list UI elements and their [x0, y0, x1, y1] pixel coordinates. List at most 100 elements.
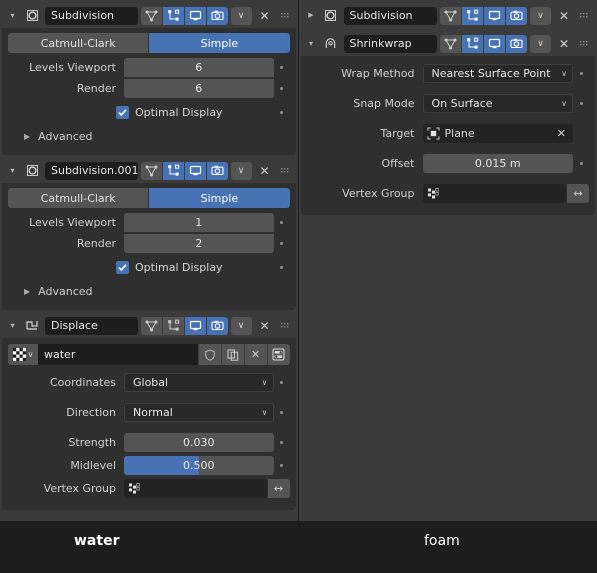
levels-viewport-input[interactable]: 1 — [124, 212, 274, 232]
expand-triangle-icon[interactable]: ▶ — [305, 12, 318, 19]
simple-option[interactable]: Simple — [149, 33, 290, 53]
target-object-field[interactable]: Plane ✕ — [422, 123, 573, 143]
extras-dropdown-icon[interactable]: ∨ — [230, 316, 252, 335]
edit-mode-toggle[interactable] — [162, 6, 185, 25]
optimal-display-checkbox[interactable] — [116, 105, 129, 119]
strength-slider[interactable]: 0.030 — [124, 432, 274, 452]
modifier-header[interactable]: ▾ Displace ∨ ✕ — [2, 313, 296, 338]
modifier-name-field[interactable]: Subdivision — [45, 6, 138, 25]
advanced-subpanel-header[interactable]: ▶ Advanced — [8, 281, 290, 302]
modifier-header[interactable]: ▾ Subdivision ∨ ✕ — [2, 3, 296, 28]
modifier-header[interactable]: ▾ Subdivision.001 ∨ ✕ — [2, 158, 296, 183]
animate-decorator[interactable] — [274, 440, 290, 444]
animate-decorator[interactable] — [274, 220, 290, 224]
vertex-group-field[interactable] — [422, 183, 566, 203]
edit-mode-toggle[interactable] — [162, 161, 185, 180]
extras-dropdown-icon[interactable]: ∨ — [230, 161, 252, 180]
coordinates-row: Coordinates Global ∨ — [8, 372, 290, 392]
expand-triangle-icon[interactable]: ▶ — [24, 132, 30, 141]
offset-input[interactable]: 0.015 m — [422, 153, 573, 173]
subdivision-type-toggle[interactable]: Catmull-Clark Simple — [8, 33, 290, 53]
simple-option[interactable]: Simple — [149, 188, 290, 208]
modifier-name-field[interactable]: Displace — [45, 316, 138, 335]
modifier-name-field[interactable]: Subdivision — [343, 6, 437, 25]
modifier-name-field[interactable]: Subdivision.001 — [45, 161, 138, 180]
animate-decorator[interactable] — [274, 110, 290, 114]
render-toggle[interactable] — [506, 34, 527, 53]
animate-decorator[interactable] — [274, 380, 290, 384]
animate-decorator[interactable] — [274, 65, 290, 69]
animate-decorator[interactable] — [274, 241, 290, 245]
catmull-clark-option[interactable]: Catmull-Clark — [8, 33, 149, 53]
realtime-toggle[interactable] — [184, 316, 207, 335]
drag-grip-icon[interactable] — [278, 317, 292, 335]
animate-decorator[interactable] — [274, 86, 290, 90]
texture-name-field[interactable]: water — [38, 344, 198, 365]
render-toggle[interactable] — [506, 6, 527, 25]
close-icon[interactable]: ✕ — [255, 162, 275, 180]
wrap-method-dropdown[interactable]: Nearest Surface Point ∨ — [422, 63, 573, 83]
animate-decorator[interactable] — [573, 101, 589, 105]
animate-decorator[interactable] — [573, 71, 589, 75]
extras-dropdown-icon[interactable]: ∨ — [530, 34, 551, 53]
clear-target-icon[interactable]: ✕ — [557, 127, 569, 140]
render-toggle[interactable] — [206, 316, 228, 335]
extras-dropdown-icon[interactable]: ∨ — [230, 6, 252, 25]
extras-dropdown-icon[interactable]: ∨ — [530, 6, 551, 25]
modifier-header[interactable]: ▶ Subdivision ∨ ✕ — [300, 3, 595, 28]
optimal-display-checkbox[interactable] — [116, 260, 129, 274]
on-cage-toggle[interactable] — [140, 316, 163, 335]
browse-texture-button[interactable]: ∨ — [8, 344, 38, 365]
invert-vertex-group-button[interactable]: ↔ — [567, 183, 589, 203]
expand-triangle-icon[interactable]: ▾ — [305, 39, 318, 48]
animate-decorator[interactable] — [274, 265, 290, 269]
render-toggle[interactable] — [206, 161, 228, 180]
on-cage-toggle[interactable] — [440, 6, 462, 25]
on-cage-toggle[interactable] — [140, 161, 163, 180]
texture-properties-button[interactable] — [266, 344, 290, 365]
render-toggle[interactable] — [206, 6, 228, 25]
vertex-group-field[interactable] — [124, 478, 267, 498]
coordinates-dropdown[interactable]: Global ∨ — [124, 372, 274, 392]
on-cage-toggle[interactable] — [440, 34, 462, 53]
fake-user-button[interactable] — [197, 344, 221, 365]
modifier-panel-displace: ▾ Displace ∨ ✕ ∨ water ✕ Coordinates Glo… — [2, 313, 296, 510]
expand-triangle-icon[interactable]: ▶ — [24, 287, 30, 296]
expand-triangle-icon[interactable]: ▾ — [6, 166, 19, 175]
subdivision-type-toggle[interactable]: Catmull-Clark Simple — [8, 188, 290, 208]
drag-grip-icon[interactable] — [577, 35, 591, 53]
unlink-texture-button[interactable]: ✕ — [243, 344, 267, 365]
snap-mode-dropdown[interactable]: On Surface ∨ — [422, 93, 573, 113]
edit-mode-toggle[interactable] — [462, 6, 484, 25]
close-icon[interactable]: ✕ — [255, 317, 275, 335]
realtime-toggle[interactable] — [484, 34, 506, 53]
drag-grip-icon[interactable] — [278, 7, 292, 25]
render-levels-input[interactable]: 6 — [124, 78, 274, 98]
modifier-header[interactable]: ▾ Shrinkwrap ∨ ✕ — [300, 31, 595, 56]
catmull-clark-option[interactable]: Catmull-Clark — [8, 188, 149, 208]
realtime-toggle[interactable] — [484, 6, 506, 25]
levels-viewport-input[interactable]: 6 — [124, 57, 274, 77]
animate-decorator[interactable] — [274, 410, 290, 414]
advanced-subpanel-header[interactable]: ▶ Advanced — [8, 126, 290, 147]
close-icon[interactable]: ✕ — [554, 7, 574, 25]
realtime-toggle[interactable] — [184, 161, 207, 180]
render-levels-input[interactable]: 2 — [124, 233, 274, 253]
animate-decorator[interactable] — [274, 463, 290, 467]
direction-dropdown[interactable]: Normal ∨ — [124, 402, 274, 422]
invert-vertex-group-button[interactable]: ↔ — [267, 478, 290, 498]
edit-mode-toggle[interactable] — [162, 316, 185, 335]
edit-mode-toggle[interactable] — [462, 34, 484, 53]
realtime-toggle[interactable] — [184, 6, 207, 25]
duplicate-texture-button[interactable] — [220, 344, 244, 365]
expand-triangle-icon[interactable]: ▾ — [6, 11, 19, 20]
close-icon[interactable]: ✕ — [554, 35, 574, 53]
animate-decorator[interactable] — [573, 161, 589, 165]
midlevel-slider[interactable]: 0.500 — [124, 455, 274, 475]
modifier-name-field[interactable]: Shrinkwrap — [343, 34, 437, 53]
close-icon[interactable]: ✕ — [255, 7, 275, 25]
drag-grip-icon[interactable] — [278, 162, 292, 180]
on-cage-toggle[interactable] — [140, 6, 163, 25]
expand-triangle-icon[interactable]: ▾ — [6, 321, 19, 330]
drag-grip-icon[interactable] — [577, 7, 591, 25]
